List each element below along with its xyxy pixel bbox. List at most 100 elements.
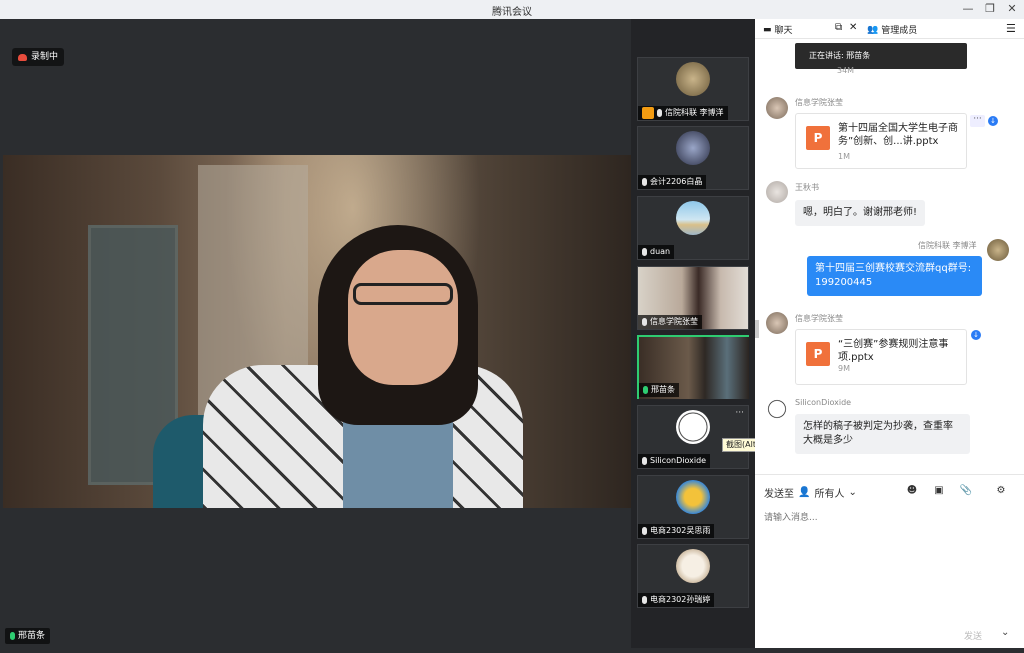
file-size: 9M xyxy=(838,364,850,373)
message-sender: SiliconDioxide xyxy=(795,398,852,407)
send-to-selector[interactable]: 发送至 👤 所有人 ⌄ xyxy=(764,485,857,500)
speaker-name-tag: 邢苗条 xyxy=(5,628,51,644)
restore-icon[interactable]: ❐ xyxy=(983,2,997,16)
avatar xyxy=(766,312,788,334)
recording-badge[interactable]: 录制中 xyxy=(12,48,65,66)
menu-icon[interactable]: ☰ xyxy=(1006,22,1016,35)
message-composer: 发送至 👤 所有人 ⌄ ☻ ▣ 📎 ⚙ 发送 ⌄ xyxy=(755,474,1024,648)
participant-name: 电商2302孙瑞婷 xyxy=(650,595,711,604)
speaker-video xyxy=(3,155,631,508)
avatar xyxy=(676,131,710,165)
participant-name-tag: 电商2302吴思雨 xyxy=(638,524,715,538)
avatar xyxy=(676,480,710,514)
speaker-name: 邢苗条 xyxy=(18,631,46,641)
image-icon[interactable]: ▣ xyxy=(932,484,946,498)
file-size: 34M xyxy=(837,66,855,75)
file-card[interactable]: P 第十四届全国大学生电子商务”创新、创...讲.pptx 1M xyxy=(795,113,967,169)
message-input[interactable] xyxy=(764,508,1014,528)
participant-tile-active[interactable]: 邢苗条 xyxy=(637,335,749,399)
minimize-icon[interactable]: — xyxy=(961,2,975,16)
avatar xyxy=(766,398,788,420)
more-icon[interactable]: ··· xyxy=(970,115,985,127)
emoji-icon[interactable]: ☻ xyxy=(905,484,919,498)
recording-label: 录制中 xyxy=(31,52,59,62)
participant-tile[interactable]: 信息学院张莹 xyxy=(637,266,749,330)
send-button[interactable]: 发送 xyxy=(964,629,982,642)
main-video-area: 录制中 邢苗条 xyxy=(3,19,631,648)
chevron-down-icon: ⌄ xyxy=(848,487,857,498)
speaking-label: 正在讲话: xyxy=(809,51,844,60)
settings-icon[interactable]: ⚙ xyxy=(994,484,1008,498)
tab-members[interactable]: 👥 管理成员 xyxy=(867,23,918,37)
participant-tile[interactable]: 电商2302孙瑞婷 xyxy=(637,544,749,608)
ppt-file-icon: P xyxy=(806,126,830,150)
avatar xyxy=(676,201,710,235)
speaking-name: 邢苗条 xyxy=(846,51,871,60)
message-sender: 信院科联 李博洋 xyxy=(918,241,977,250)
panel-resize-handle[interactable] xyxy=(755,320,759,338)
video-person-face xyxy=(348,250,458,385)
file-name: 第十四届全国大学生电子商务”创新、创...讲.pptx xyxy=(838,123,958,147)
file-name: “三创赛”参赛规则注意事项.pptx xyxy=(838,339,949,363)
participant-tile[interactable]: 会计2206白晶 xyxy=(637,126,749,190)
host-icon xyxy=(642,107,654,119)
message-bubble: 嗯，明白了。谢谢邢老师! xyxy=(795,200,926,226)
participant-name: 信院科联 李博洋 xyxy=(665,108,724,117)
participant-tile[interactable]: duan xyxy=(637,196,749,260)
send-to-label: 发送至 xyxy=(764,489,794,500)
chat-panel: ▬ 聊天 ⧉ ✕ 👥 管理成员 ☰ 正在讲话: 邢苗条 34M 信息学院张莹 P… xyxy=(755,19,1024,648)
popout-icon[interactable]: ⧉ xyxy=(835,22,842,33)
mic-muted-icon xyxy=(642,596,647,604)
participant-name-tag: SiliconDioxide xyxy=(638,454,711,468)
participant-strip: 信院科联 李博洋 会计2206白晶 duan 信息学院张莹 邢苗条 ··· Si… xyxy=(631,19,755,648)
participant-tile[interactable]: 信院科联 李博洋 xyxy=(637,57,749,121)
close-chat-icon[interactable]: ✕ xyxy=(849,22,857,33)
download-icon[interactable]: ↓ xyxy=(971,330,981,340)
title-bar: 腾讯会议 — ❐ ✕ xyxy=(0,0,1024,19)
avatar xyxy=(987,239,1009,261)
chat-header: ▬ 聊天 ⧉ ✕ 👥 管理成员 ☰ xyxy=(755,19,1024,39)
participant-name: SiliconDioxide xyxy=(650,456,707,465)
ppt-file-icon: P xyxy=(806,342,830,366)
mic-muted-icon xyxy=(642,527,647,535)
avatar xyxy=(766,181,788,203)
participant-name-tag: 电商2302孙瑞婷 xyxy=(638,593,715,607)
chevron-down-icon[interactable]: ⌄ xyxy=(1001,627,1009,638)
participant-tile[interactable]: ··· SiliconDioxide xyxy=(637,405,749,469)
tab-chat[interactable]: ▬ 聊天 xyxy=(763,23,793,37)
participant-name-tag: duan xyxy=(638,245,675,259)
avatar xyxy=(676,62,710,96)
participant-name-tag: 信院科联 李博洋 xyxy=(638,106,728,120)
mic-muted-icon xyxy=(642,248,647,256)
tab-members-label: 管理成员 xyxy=(881,26,918,36)
chat-icon: ▬ xyxy=(763,24,772,35)
mic-muted-icon xyxy=(642,457,647,465)
record-icon xyxy=(18,53,27,61)
mic-muted-icon xyxy=(642,178,647,186)
close-icon[interactable]: ✕ xyxy=(1005,2,1019,16)
participant-name: 电商2302吴思雨 xyxy=(650,526,711,535)
download-icon[interactable]: ↓ xyxy=(988,116,998,126)
avatar xyxy=(676,549,710,583)
speaking-indicator: 正在讲话: 邢苗条 xyxy=(795,43,967,69)
tab-chat-label: 聊天 xyxy=(774,26,793,36)
participant-name-tag: 信息学院张莹 xyxy=(638,315,702,329)
video-person-glasses xyxy=(353,283,453,305)
participant-name: 信息学院张莹 xyxy=(650,317,698,326)
file-icon[interactable]: 📎 xyxy=(959,484,973,498)
send-to-value: 所有人 xyxy=(814,489,845,500)
message-bubble: 第十四届三创赛校赛交流群qq群号: 199200445 xyxy=(807,256,982,296)
mic-icon xyxy=(10,632,15,640)
more-icon[interactable]: ··· xyxy=(735,408,744,418)
avatar xyxy=(766,97,788,119)
message-sender: 信息学院张莹 xyxy=(795,314,843,323)
participant-tile[interactable]: 电商2302吴思雨 xyxy=(637,475,749,539)
file-card[interactable]: P “三创赛”参赛规则注意事项.pptx 9M xyxy=(795,329,967,385)
message-bubble: 怎样的稿子被判定为抄袭，查重率大概是多少 xyxy=(795,414,970,454)
message-sender: 王秋书 xyxy=(795,183,819,192)
participant-name-tag: 会计2206白晶 xyxy=(638,175,707,189)
people-icon: 👤 xyxy=(798,487,811,498)
file-size: 1M xyxy=(838,152,850,161)
participant-name-tag: 邢苗条 xyxy=(639,383,679,397)
mic-muted-icon xyxy=(657,109,662,117)
